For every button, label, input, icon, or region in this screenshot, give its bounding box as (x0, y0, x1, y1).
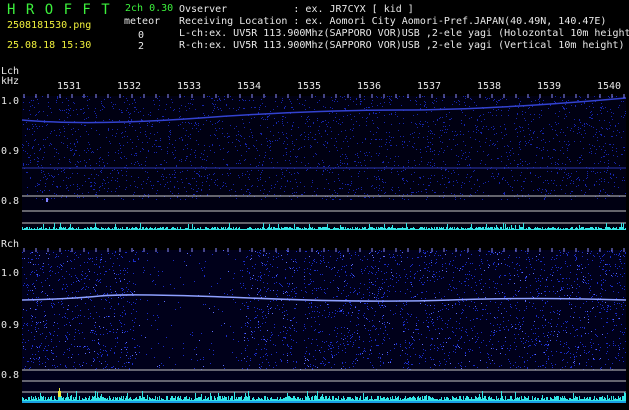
lch-spectrogram (21, 96, 627, 230)
rch-label: Rch (1, 239, 20, 250)
x-tick: 1537 (417, 81, 442, 92)
rch-y-tick: 0.9 (1, 320, 20, 331)
lch-y-tick: 0.9 (1, 146, 20, 157)
x-tick: 1533 (177, 81, 202, 92)
rch-y-tick: 1.0 (1, 268, 20, 279)
lch-y-tick: 0.8 (1, 196, 20, 207)
khz-label: kHz (1, 76, 20, 87)
x-tick: 1538 (477, 81, 502, 92)
x-tick: 1539 (537, 81, 562, 92)
x-tick: 1535 (297, 81, 322, 92)
x-tick: 1531 (57, 81, 82, 92)
rch-spectrogram (21, 250, 627, 402)
x-tick: 1540 (597, 81, 622, 92)
spectrogram-plot (21, 94, 627, 403)
lch-y-tick: 1.0 (1, 96, 20, 107)
rch-y-tick: 0.8 (1, 370, 20, 381)
x-tick: 1532 (117, 81, 142, 92)
x-tick: 1534 (237, 81, 262, 92)
x-tick: 1536 (357, 81, 382, 92)
